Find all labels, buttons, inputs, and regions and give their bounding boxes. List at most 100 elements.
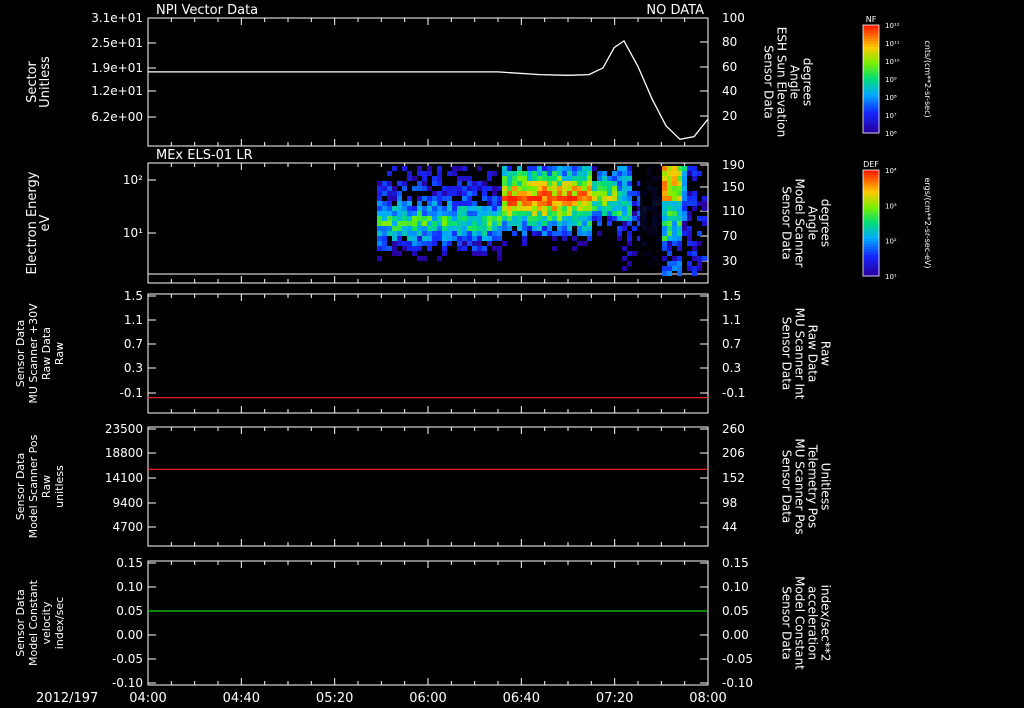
spectrogram-cell [382,216,387,221]
spectrogram-cell [587,211,592,216]
data-gap [640,166,662,273]
spectrogram-cell [487,201,492,206]
colorbar-tick-label: 10¹ [885,273,897,281]
spectrogram-cell [522,196,527,201]
spectrogram-cell [667,181,672,186]
colorbar-nf: NF 10¹² 10¹¹ 10¹⁰ 10⁹ 10⁸ 10⁷ 10⁶ cnts/(cm**2-sr… [862,15,932,138]
spectrogram-cell [577,241,582,246]
panel-frame [147,426,709,547]
spectrogram-cell [437,256,442,261]
spectrogram-cell [497,196,502,201]
spectrogram-cell [667,266,672,271]
spectrogram-cell [667,271,672,276]
spectrogram-cell [522,186,527,191]
spectrogram-cell [432,191,437,196]
spectrogram-cell [622,201,627,206]
spectrogram-cell [612,191,617,196]
spectrogram-cell [572,171,577,176]
spectrogram-cell [437,221,442,226]
panel-frame [147,293,709,414]
spectrogram-cell [502,201,507,206]
spectrogram-cell [392,231,397,236]
spectrogram-cell [572,206,577,211]
spectrogram-cell [412,211,417,216]
spectrogram-cell [537,201,542,206]
spectrogram-cell [452,216,457,221]
spectrogram-cell [507,216,512,221]
spectrogram-cell [462,196,467,201]
spectrogram-cell [452,226,457,231]
spectrogram-cell [392,206,397,211]
spectrogram-cell [397,191,402,196]
spectrogram-cell [482,191,487,196]
spectrogram-cell [567,171,572,176]
panel-p1: NPI Vector Data NO DATA 3.1e+01 2.5e+01 1.9e… [25,3,815,147]
spectrogram-cell [502,206,507,211]
spectrogram-cell [447,216,452,221]
spectrogram-cell [597,221,602,226]
spectrogram-cell [677,196,682,201]
spectrogram-cell [687,231,692,236]
spectrogram-cell [677,221,682,226]
spectrogram-cell [432,176,437,181]
spectrogram-cell [682,191,687,196]
spectrogram-cell [442,231,447,236]
spectrogram-cell [412,186,417,191]
spectrogram-cell [597,206,602,211]
spectrogram-cell [447,196,452,201]
spectrogram-cell [427,206,432,211]
spectrogram-cell [492,191,497,196]
spectrogram-cell [662,201,667,206]
spectrogram-cell [682,211,687,216]
spectrogram-cell [512,211,517,216]
spectrogram-cell [627,261,632,266]
spectrogram-cell [487,206,492,211]
spectrogram-cell [537,181,542,186]
spectrogram-cell [627,206,632,211]
spectrogram-cell [677,261,682,266]
spectrogram-cell [422,236,427,241]
spectrogram-cell [417,206,422,211]
spectrogram-cell [437,231,442,236]
spectrogram-cell [457,181,462,186]
spectrogram-cell [542,191,547,196]
y-axis-label: Raw [53,342,66,365]
spectrogram-cell [557,196,562,201]
spectrogram-cell [397,221,402,226]
spectrogram-cell [662,196,667,201]
spectrogram-cell [607,211,612,216]
spectrogram-cell [577,166,582,171]
spectrogram-cell [622,266,627,271]
spectrogram-cell [662,216,667,221]
spectrogram-cell [537,211,542,216]
y2-axis-label: Angle [788,65,802,99]
spectrogram-cell [602,171,607,176]
spectrogram-cell [667,221,672,226]
spectrogram-cell [492,206,497,211]
spectrogram-cell [422,241,427,246]
spectrogram-cell [387,196,392,201]
spectrogram-cell [457,241,462,246]
spectrogram-cell [577,181,582,186]
spectrogram-cell [592,181,597,186]
y-axis-label: Sensor Data [14,453,27,520]
spectrogram-cell [597,186,602,191]
spectrogram-cell [677,226,682,231]
spectrogram-cell [417,246,422,251]
spectrogram-cell [542,206,547,211]
y-tick-label: 0.00 [116,628,143,642]
spectrogram-cell [587,206,592,211]
spectrogram-cell [487,186,492,191]
spectrogram-cell [692,201,697,206]
spectrogram-cell [492,226,497,231]
spectrogram-cell [662,166,667,171]
y2-tick-label: 100 [722,11,745,25]
spectrogram-cell [412,226,417,231]
spectrogram-cell [667,211,672,216]
spectrogram-cell [672,176,677,181]
spectrogram-cell [397,251,402,256]
spectrogram-cell [587,176,592,181]
spectrogram-cell [702,256,707,261]
spectrogram-cell [532,221,537,226]
spectrogram-cell [477,236,482,241]
